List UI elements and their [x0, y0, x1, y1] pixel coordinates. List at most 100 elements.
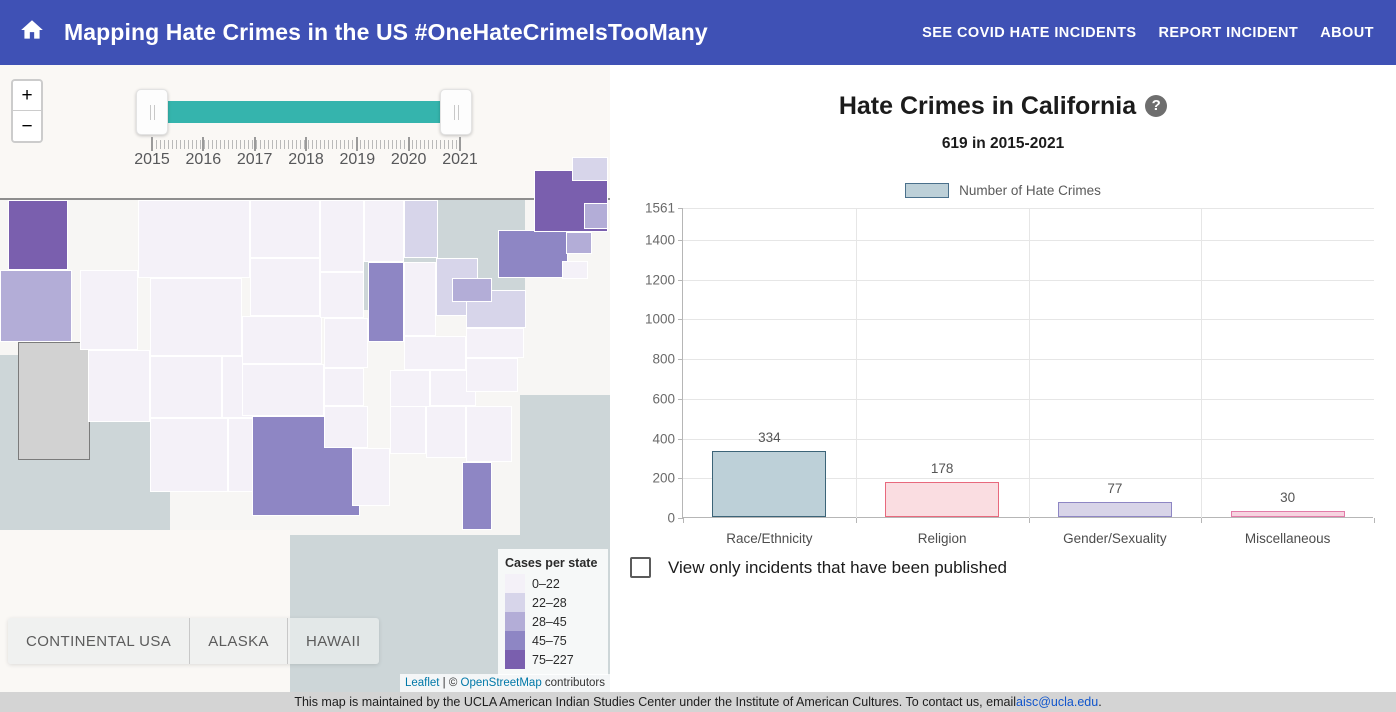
mexico-region — [0, 530, 290, 692]
map-state-kansas[interactable] — [242, 364, 324, 416]
map-legend-swatch — [505, 593, 525, 613]
map-state-maryland[interactable] — [562, 261, 588, 279]
region-tab-continental-usa[interactable]: CONTINENTAL USA — [8, 618, 191, 664]
slider-year-label-2020: 2020 — [390, 151, 427, 168]
bar-value-label: 334 — [758, 429, 781, 445]
app-header: Mapping Hate Crimes in the US #OneHateCr… — [0, 0, 1396, 65]
map-state-michigan[interactable] — [404, 200, 438, 258]
map-state-missouri[interactable] — [324, 318, 368, 368]
gridline-vertical — [855, 208, 857, 518]
leaflet-link[interactable]: Leaflet — [405, 677, 440, 689]
slider-selected-range[interactable] — [152, 101, 460, 123]
map-state-mississippi[interactable] — [390, 406, 426, 454]
zoom-in-button[interactable]: + — [13, 81, 41, 111]
map-state-california[interactable] — [18, 342, 90, 460]
bar-miscellaneous[interactable]: 30 — [1230, 490, 1345, 517]
chart-title: Hate Crimes in California? — [610, 92, 1396, 121]
map-state-idaho[interactable] — [80, 270, 138, 350]
zoom-out-button[interactable]: − — [13, 111, 41, 141]
x-axis-label-race-ethnicity: Race/Ethnicity — [726, 531, 813, 546]
y-axis-tick-label: 0 — [667, 510, 675, 526]
region-tab-alaska[interactable]: ALASKA — [190, 618, 288, 664]
bar-value-label: 77 — [1107, 480, 1123, 496]
x-axis-tick-mark — [1201, 518, 1203, 523]
map-legend-row: 0–22 — [505, 574, 601, 594]
map-state-arkansas[interactable] — [324, 406, 368, 448]
page-title: Mapping Hate Crimes in the US #OneHateCr… — [64, 19, 708, 45]
bar-chart-plot-area: 0 200 400 600 800 1000 1200 1400 1561 334 Race/Eth… — [645, 201, 1375, 546]
map-state-west-virginia[interactable] — [452, 278, 492, 302]
map-state-wyoming[interactable] — [150, 278, 242, 356]
home-button[interactable] — [0, 0, 64, 65]
map-state-indiana[interactable] — [404, 262, 436, 336]
y-axis-tick-label: 800 — [652, 351, 675, 367]
map-state-south-dakota[interactable] — [250, 258, 320, 316]
x-axis-tick-mark — [855, 518, 857, 523]
map-state-illinois[interactable] — [368, 262, 404, 342]
map-state-north-dakota[interactable] — [250, 200, 320, 258]
map-state-iowa[interactable] — [320, 272, 364, 318]
slider-handle-end[interactable] — [440, 89, 472, 135]
published-filter[interactable]: View only incidents that have been publi… — [630, 557, 1007, 578]
map-state-florida[interactable] — [462, 462, 492, 530]
y-axis-tick-label: 1000 — [644, 311, 675, 327]
question-mark-icon[interactable]: ? — [1145, 95, 1168, 117]
footer-email-link[interactable]: aisc@ucla.edu — [1016, 695, 1098, 709]
nav-link-covid-incidents[interactable]: SEE COVID HATE INCIDENTS — [922, 25, 1136, 41]
attribution-separator: | © — [439, 677, 461, 689]
map-state-new-jersey[interactable] — [566, 232, 592, 254]
x-axis-label-miscellaneous: Miscellaneous — [1244, 531, 1331, 546]
slider-handle-start[interactable] — [136, 89, 168, 135]
year-range-slider[interactable]: 2015 2016 2017 2018 2019 2020 2021 — [134, 89, 478, 168]
bar-religion[interactable]: 178 — [885, 461, 1000, 517]
chart-panel: Hate Crimes in California? 619 in 2015-2… — [610, 65, 1396, 692]
map-state-north-carolina[interactable] — [466, 328, 524, 358]
y-axis-tick-label: 200 — [652, 470, 675, 486]
map-state-montana[interactable] — [138, 200, 250, 278]
page-footer: This map is maintained by the UCLA Ameri… — [0, 692, 1396, 712]
map-state-nevada[interactable] — [88, 350, 150, 422]
header-nav: SEE COVID HATE INCIDENTS REPORT INCIDENT… — [922, 25, 1396, 41]
bar-gender-sexuality[interactable]: 77 — [1057, 481, 1172, 517]
bar-race-ethnicity[interactable]: 334 — [712, 430, 827, 517]
map-state-minnesota[interactable] — [320, 200, 364, 272]
map-legend-row: 45–75 — [505, 631, 601, 651]
published-checkbox-label[interactable]: View only incidents that have been publi… — [668, 558, 1007, 578]
home-icon — [19, 17, 45, 48]
map-state-georgia[interactable] — [466, 406, 512, 462]
map-state-kentucky[interactable] — [404, 336, 466, 370]
map-legend-swatch — [505, 650, 525, 670]
x-axis-tick-mark — [1028, 518, 1030, 523]
published-checkbox[interactable] — [630, 557, 651, 578]
map-state-south-carolina[interactable] — [466, 358, 518, 392]
footer-text-after: . — [1098, 695, 1102, 709]
map-state-oklahoma[interactable] — [324, 368, 364, 406]
map-state-wisconsin[interactable] — [364, 200, 404, 262]
map-state-washington[interactable] — [8, 200, 68, 270]
gridline-vertical — [1201, 208, 1203, 518]
nav-link-report-incident[interactable]: REPORT INCIDENT — [1159, 25, 1299, 41]
map-legend-row: 28–45 — [505, 612, 601, 632]
slider-year-label-2021: 2021 — [442, 151, 478, 168]
map-state-utah[interactable] — [150, 356, 222, 418]
map-state-oregon[interactable] — [0, 270, 72, 342]
map-legend-bin-label: 75–227 — [532, 652, 574, 667]
bar-value-label: 178 — [930, 460, 954, 476]
map-state-new-england-s[interactable] — [584, 203, 608, 229]
region-tab-group[interactable]: CONTINENTAL USA ALASKA HAWAII — [8, 618, 379, 664]
nav-link-about[interactable]: ABOUT — [1320, 25, 1374, 41]
map-state-alabama[interactable] — [426, 406, 466, 458]
map-state-new-england-n[interactable] — [572, 157, 608, 181]
slider-tick-2016 — [202, 137, 205, 151]
region-tab-hawaii[interactable]: HAWAII — [288, 618, 379, 664]
map-panel[interactable]: + − 2015 2016 2017 2018 2019 2020 2021 Cases p… — [0, 65, 610, 692]
map-state-nebraska[interactable] — [242, 316, 322, 364]
map-state-arizona[interactable] — [150, 418, 228, 492]
map-attribution: Leaflet | © OpenStreetMap contributors — [399, 674, 610, 692]
map-state-louisiana[interactable] — [352, 448, 390, 506]
openstreetmap-link[interactable]: OpenStreetMap — [461, 677, 542, 689]
map-zoom-control[interactable]: + − — [11, 79, 43, 143]
y-axis-tick-label: 600 — [652, 391, 675, 407]
map-state-pennsylvania[interactable] — [498, 230, 568, 278]
map-legend-swatch — [505, 574, 525, 594]
